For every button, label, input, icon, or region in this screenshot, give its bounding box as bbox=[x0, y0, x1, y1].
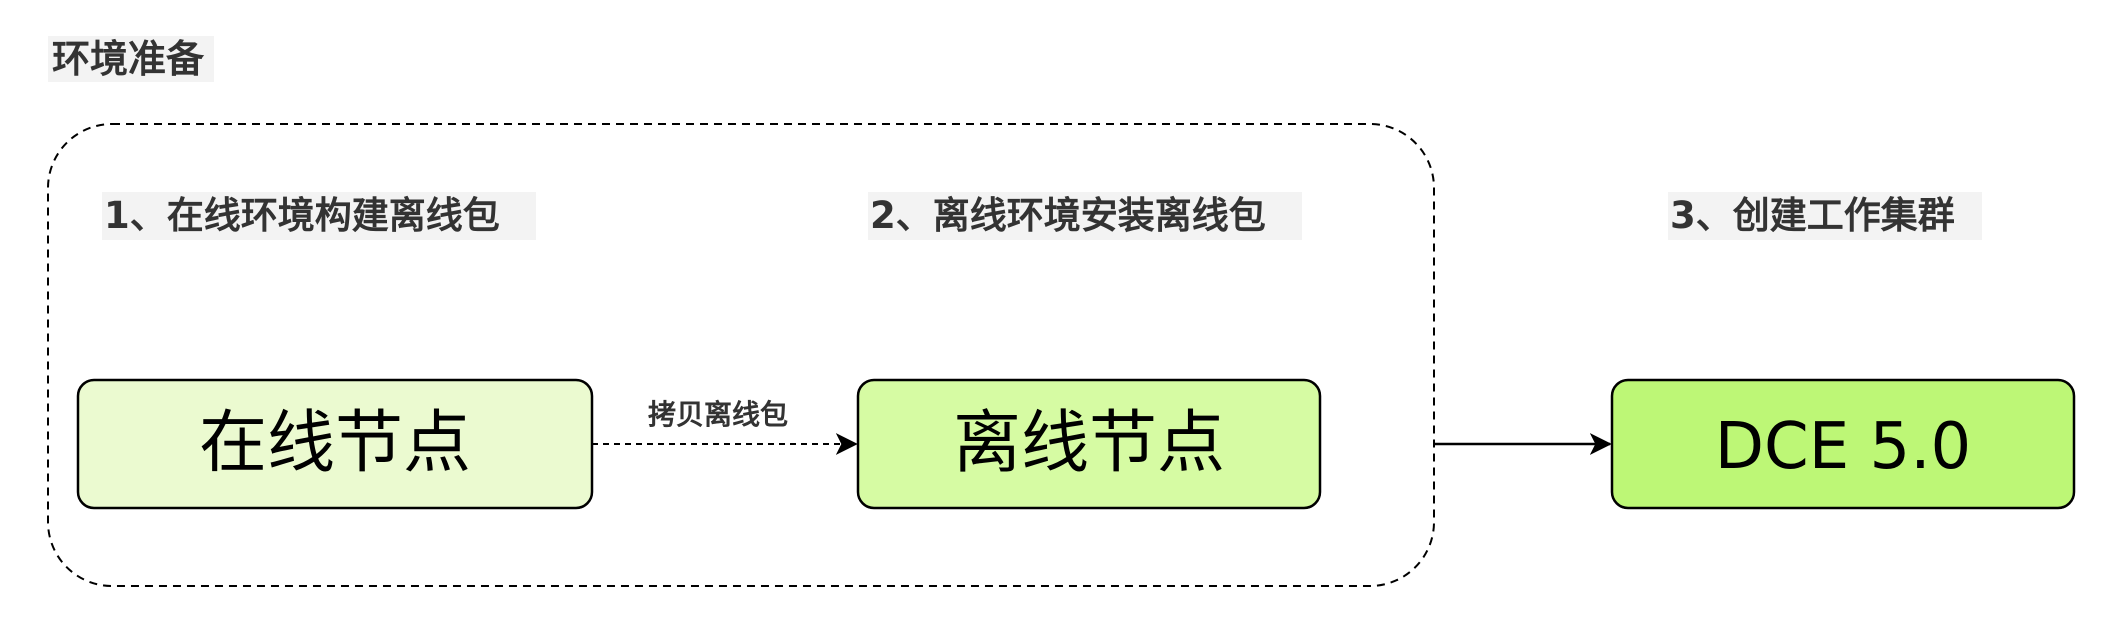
step-2-heading: 2、离线环境安装离线包 bbox=[870, 194, 1266, 237]
step-1-heading: 1、在线环境构建离线包 bbox=[104, 194, 500, 237]
step-3-heading: 3、创建工作集群 bbox=[1670, 194, 1955, 237]
environment-prep-diagram: 环境准备 1、在线环境构建离线包 2、离线环境安装离线包 3、创建工作集群 在线… bbox=[47, 36, 2076, 587]
node-dce[interactable]: DCE 5.0 bbox=[1610, 378, 2076, 510]
edge-copy-package-label: 拷贝离线包 bbox=[648, 398, 788, 431]
node-online[interactable]: 在线节点 bbox=[76, 378, 594, 510]
diagram-title: 环境准备 bbox=[52, 37, 205, 81]
node-dce-label: DCE 5.0 bbox=[1715, 410, 1972, 484]
node-offline-label: 离线节点 bbox=[953, 404, 1225, 483]
node-offline[interactable]: 离线节点 bbox=[856, 378, 1322, 510]
node-online-label: 在线节点 bbox=[199, 404, 471, 483]
